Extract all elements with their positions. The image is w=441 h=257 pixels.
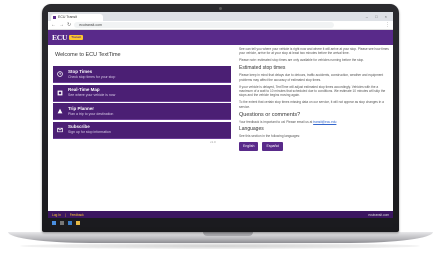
start-icon[interactable]: [52, 220, 56, 225]
estimated-heading: Estimated stop times: [239, 65, 286, 72]
footer-site-link[interactable]: ecutransit.com: [368, 213, 389, 217]
favicon-icon: [53, 16, 56, 19]
feedback-link[interactable]: Feedback: [70, 213, 84, 217]
subscribe-icon: [57, 127, 63, 133]
main-content: Welcome to ECU TextTime Stop Times Check…: [48, 45, 393, 211]
camera-icon: [219, 7, 222, 10]
site-footer: Log In | Feedback ecutransit.com: [48, 211, 393, 218]
menu-item-stop-times[interactable]: Stop Times Check stop times for your sto…: [53, 66, 231, 83]
search-icon[interactable]: [60, 220, 64, 225]
address-bar: ← → ↻ ecutransit.com ⋮: [48, 21, 393, 30]
page-title: Welcome to ECU TextTime: [55, 52, 121, 58]
languages-heading: Languages: [239, 126, 264, 133]
main-menu: Stop Times Check stop times for your sto…: [53, 66, 231, 140]
ecu-logo[interactable]: ECU: [52, 33, 67, 42]
laptop-shadow: [20, 243, 420, 249]
info-paragraph: If your vehicle is delayed, TextTime wil…: [239, 84, 386, 98]
transit-badge: Transit: [69, 35, 84, 40]
info-paragraph: To the extent that certain stop times mi…: [239, 100, 384, 109]
english-button[interactable]: English: [239, 141, 259, 151]
site-header: ECU Transit: [48, 30, 393, 45]
espanol-button[interactable]: Español: [262, 141, 284, 151]
os-taskbar: [48, 218, 393, 227]
menu-item-subtitle: See where your vehicle is now: [68, 93, 116, 98]
questions-heading: Questions or comments?: [239, 111, 301, 118]
menu-item-real-time-map[interactable]: Real-Time Map See where your vehicle is …: [53, 84, 231, 102]
browser-tab[interactable]: ECU Transit: [51, 14, 103, 21]
reload-icon[interactable]: ↻: [67, 21, 71, 30]
browser-icon[interactable]: [68, 220, 72, 225]
footer-separator: |: [64, 212, 66, 217]
forward-icon[interactable]: →: [59, 21, 64, 30]
info-paragraph: See can tell you where your vehicle is r…: [239, 47, 389, 56]
menu-dots-icon[interactable]: ⋮: [385, 22, 390, 28]
email-link[interactable]: transit@ecu.edu: [313, 120, 336, 124]
feedback-paragraph: Your feedback is important to us! Please…: [239, 120, 391, 124]
map-icon: [57, 90, 63, 96]
tab-title: ECU Transit: [58, 15, 77, 19]
language-buttons: English Español: [239, 141, 391, 151]
info-paragraph: Please note: estimated stop times are on…: [239, 58, 365, 63]
menu-item-subscribe[interactable]: Subscribe Sign up for stop information: [53, 121, 231, 139]
menu-item-subtitle: Sign up for stop information: [68, 130, 111, 135]
url-input[interactable]: ecutransit.com: [74, 22, 335, 28]
back-icon[interactable]: ←: [51, 21, 56, 30]
feedback-text: Your feedback is important to us! Please…: [239, 119, 313, 124]
languages-paragraph: See this section in the following langua…: [239, 134, 300, 139]
trip-icon: [57, 108, 63, 114]
info-paragraph: Please keep in mind that delays due to d…: [239, 73, 384, 82]
laptop-notch: [203, 232, 253, 236]
window-controls[interactable]: – □ ×: [366, 14, 390, 19]
login-link[interactable]: Log In: [52, 213, 61, 217]
menu-item-trip-planner[interactable]: Trip Planner Plan a trip to your destina…: [53, 103, 231, 120]
info-panel: See can tell you where your vehicle is r…: [239, 47, 391, 151]
clock-icon: [57, 71, 63, 77]
laptop-lid: ECU Transit – □ × ← → ↻ ecutransit.com ⋮…: [42, 4, 399, 232]
menu-item-subtitle: Check stop times for your stop: [68, 74, 116, 79]
laptop-screen: ECU Transit – □ × ← → ↻ ecutransit.com ⋮…: [48, 12, 393, 227]
version-label: v1.0: [210, 140, 216, 144]
laptop-base: [8, 232, 433, 243]
menu-item-subtitle: Plan a trip to your destination: [68, 111, 114, 116]
browser-tab-bar: ECU Transit – □ ×: [48, 12, 393, 21]
folder-icon[interactable]: [76, 220, 80, 225]
